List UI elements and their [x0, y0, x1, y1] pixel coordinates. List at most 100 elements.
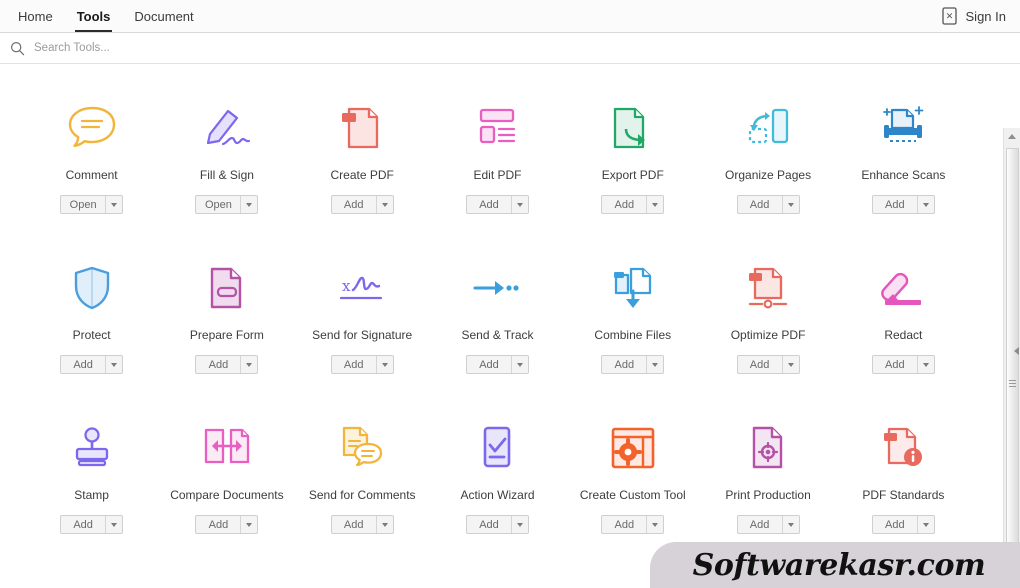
tool-action-button[interactable]: Add — [601, 515, 665, 534]
tool-card[interactable]: PDF Standards Add — [836, 404, 971, 564]
print-production-icon[interactable] — [740, 422, 796, 474]
tool-action-label[interactable]: Add — [467, 196, 511, 213]
tool-card[interactable]: Export PDF Add — [565, 84, 700, 244]
chevron-down-icon[interactable] — [105, 516, 122, 533]
tool-action-label[interactable]: Add — [873, 356, 917, 373]
tool-action-button[interactable]: Add — [330, 195, 394, 214]
menu-item-home[interactable]: Home — [6, 0, 65, 32]
tool-action-label[interactable]: Add — [873, 196, 917, 213]
comment-bubble-icon[interactable] — [64, 102, 120, 154]
edit-pdf-icon[interactable] — [469, 102, 525, 154]
tool-card[interactable]: Stamp Add — [24, 404, 159, 564]
tool-action-label[interactable]: Add — [873, 516, 917, 533]
tool-action-button[interactable]: Add — [465, 355, 529, 374]
tool-action-label[interactable]: Add — [602, 356, 646, 373]
chevron-down-icon[interactable] — [916, 196, 934, 213]
menu-item-document[interactable]: Document — [122, 0, 205, 32]
tool-card[interactable]: Print Production Add — [700, 404, 835, 564]
tool-action-label[interactable]: Add — [602, 516, 646, 533]
chevron-down-icon[interactable] — [781, 196, 799, 213]
chevron-down-icon[interactable] — [105, 196, 122, 213]
sign-in-button[interactable]: Sign In — [966, 9, 1006, 24]
tool-action-button[interactable]: Add — [60, 355, 124, 374]
tool-card[interactable]: Fill & Sign Open — [159, 84, 294, 244]
chevron-down-icon[interactable] — [510, 196, 528, 213]
tool-action-label[interactable]: Add — [332, 196, 376, 213]
chevron-down-icon[interactable] — [375, 516, 393, 533]
chevron-down-icon[interactable] — [105, 356, 122, 373]
tool-action-label[interactable]: Add — [196, 356, 240, 373]
tool-card[interactable]: Combine Files Add — [565, 244, 700, 404]
tool-action-label[interactable]: Add — [602, 196, 646, 213]
send-track-arrow-icon[interactable] — [469, 262, 525, 314]
tool-action-button[interactable]: Add — [736, 355, 800, 374]
pen-signature-icon[interactable] — [199, 102, 255, 154]
tool-card[interactable]: Action Wizard Add — [430, 404, 565, 564]
tool-card[interactable]: x Send for Signature Add — [295, 244, 430, 404]
chevron-down-icon[interactable] — [240, 196, 257, 213]
chevron-down-icon[interactable] — [646, 516, 663, 533]
tool-action-button[interactable]: Add — [871, 515, 935, 534]
tool-action-label[interactable]: Add — [332, 516, 376, 533]
tool-action-button[interactable]: Add — [465, 195, 529, 214]
optimize-pdf-icon[interactable] — [740, 262, 796, 314]
tool-action-label[interactable]: Add — [738, 356, 782, 373]
tool-action-button[interactable]: Open — [60, 195, 124, 214]
tool-action-button[interactable]: Add — [601, 355, 665, 374]
tool-card[interactable]: Create PDF Add — [295, 84, 430, 244]
search-input[interactable] — [32, 41, 292, 55]
prepare-form-icon[interactable] — [199, 262, 255, 314]
tool-card[interactable]: Protect Add — [24, 244, 159, 404]
tool-action-label[interactable]: Add — [61, 516, 105, 533]
tool-action-button[interactable]: Add — [330, 515, 394, 534]
stamp-icon[interactable] — [64, 422, 120, 474]
tool-card[interactable]: Redact Add — [836, 244, 971, 404]
panel-collapse-arrow-icon[interactable] — [1012, 343, 1020, 359]
tool-action-label[interactable]: Open — [196, 196, 240, 213]
tool-action-button[interactable]: Add — [736, 515, 800, 534]
tool-card[interactable]: Send for Comments Add — [295, 404, 430, 564]
tool-card[interactable]: Organize Pages Add — [700, 84, 835, 244]
chevron-down-icon[interactable] — [240, 516, 257, 533]
chevron-down-icon[interactable] — [916, 516, 934, 533]
chevron-down-icon[interactable] — [916, 356, 934, 373]
tool-action-button[interactable]: Add — [736, 195, 800, 214]
tool-action-label[interactable]: Add — [738, 196, 782, 213]
send-comments-icon[interactable] — [334, 422, 390, 474]
chevron-down-icon[interactable] — [781, 356, 799, 373]
tool-card[interactable]: Optimize PDF Add — [700, 244, 835, 404]
tool-action-button[interactable]: Open — [195, 195, 259, 214]
tool-action-button[interactable]: Add — [871, 195, 935, 214]
combine-files-icon[interactable] — [605, 262, 661, 314]
tool-action-button[interactable]: Add — [601, 195, 665, 214]
scrollbar-thumb[interactable] — [1006, 148, 1019, 588]
tool-card[interactable]: Create Custom Tool Add — [565, 404, 700, 564]
tool-action-button[interactable]: Add — [195, 515, 259, 534]
tool-card[interactable]: Compare Documents Add — [159, 404, 294, 564]
tool-card[interactable]: Enhance Scans Add — [836, 84, 971, 244]
export-pdf-icon[interactable] — [605, 102, 661, 154]
enhance-scans-icon[interactable] — [875, 102, 931, 154]
tool-action-button[interactable]: Add — [60, 515, 124, 534]
tool-action-button[interactable]: Add — [465, 515, 529, 534]
chevron-down-icon[interactable] — [510, 516, 528, 533]
custom-tool-gear-icon[interactable] — [605, 422, 661, 474]
create-pdf-icon[interactable] — [334, 102, 390, 154]
chevron-down-icon[interactable] — [781, 516, 799, 533]
action-wizard-icon[interactable] — [469, 422, 525, 474]
scroll-up-arrow-icon[interactable] — [1004, 128, 1020, 145]
tool-action-label[interactable]: Add — [196, 516, 240, 533]
tool-action-label[interactable]: Open — [61, 196, 105, 213]
redact-highlighter-icon[interactable] — [875, 262, 931, 314]
tool-action-button[interactable]: Add — [195, 355, 259, 374]
tool-card[interactable]: Send & Track Add — [430, 244, 565, 404]
tool-action-button[interactable]: Add — [871, 355, 935, 374]
chevron-down-icon[interactable] — [375, 196, 393, 213]
shield-icon[interactable] — [64, 262, 120, 314]
tool-action-label[interactable]: Add — [738, 516, 782, 533]
tool-action-label[interactable]: Add — [467, 516, 511, 533]
chevron-down-icon[interactable] — [646, 196, 663, 213]
organize-pages-icon[interactable] — [740, 102, 796, 154]
tool-action-label[interactable]: Add — [61, 356, 105, 373]
mobile-device-icon[interactable]: ✕ — [941, 7, 957, 25]
